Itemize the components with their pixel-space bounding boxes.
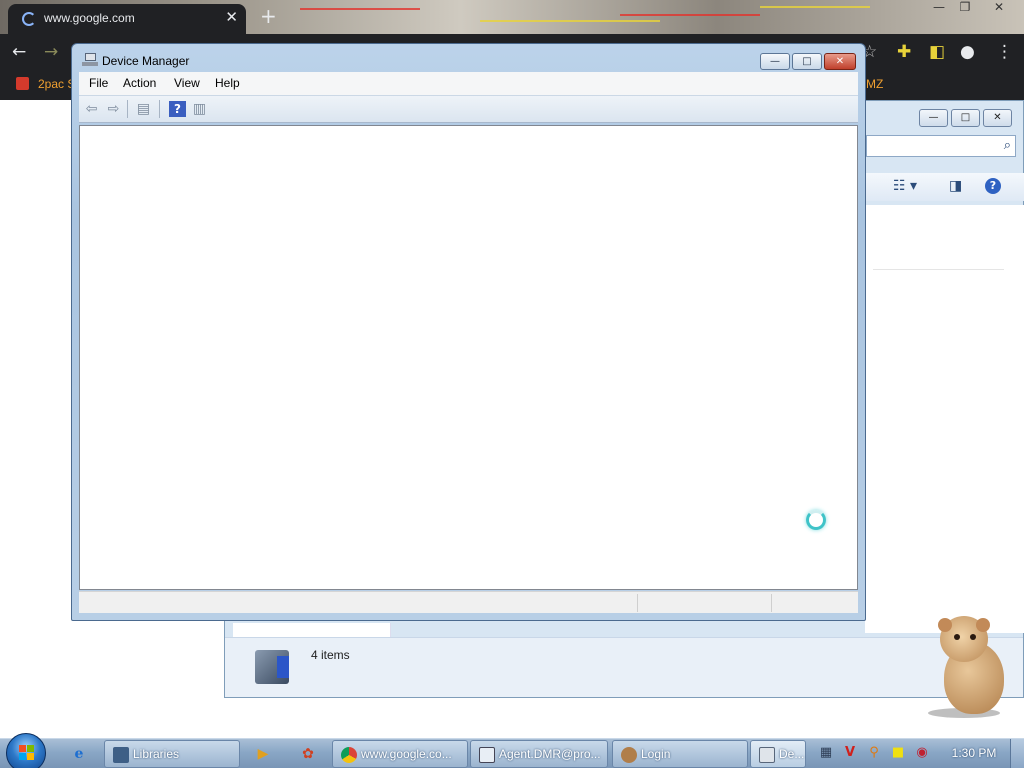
menu-action[interactable]: Action [123,76,156,90]
device-manager-icon [82,53,98,67]
clock[interactable]: 1:30 PM [944,746,1004,760]
help-icon[interactable]: ? [985,178,1001,194]
chrome-minimize-button[interactable]: — [926,0,952,18]
system-tray: ▦ V ⚲ ■ ◉ [814,739,940,768]
help-icon[interactable]: ? [169,101,186,117]
media-player-icon[interactable]: ▶ [252,743,274,765]
wallpaper-streak [480,20,660,22]
new-tab-button[interactable]: + [260,4,277,28]
close-button[interactable]: ✕ [824,53,856,70]
device-manager-icon [759,747,775,763]
chrome-restore-button[interactable]: ❐ [952,0,978,18]
chrome-tab-title: www.google.com [44,11,135,25]
chrome-menu-icon[interactable]: ⋮ [996,42,1013,62]
taskbar-button-chrome[interactable]: www.google.co... [332,740,468,768]
bookmark-favicon-icon [16,77,29,90]
loading-spinner-icon [22,12,36,26]
navigation-pane [233,623,391,637]
internet-explorer-icon[interactable]: e [68,743,90,765]
taskbar-button-label: De... [779,747,805,761]
show-desktop-button[interactable] [1010,739,1024,768]
libraries-maximize-button[interactable]: □ [951,109,980,127]
minimize-button[interactable]: — [760,53,790,70]
network-icon[interactable]: ▦ [818,745,834,761]
status-pane [771,594,857,612]
menu-help[interactable]: Help [215,76,240,90]
preview-pane-icon[interactable]: ◨ [949,178,962,194]
libraries-search-input[interactable]: ⌕ [866,135,1016,157]
taskbar-button-libraries[interactable]: Libraries [104,740,240,768]
antivirus-v-icon[interactable]: V [842,745,858,761]
login-icon [621,747,637,763]
chrome-icon [341,747,357,763]
start-button[interactable] [6,733,46,768]
taskbar-button-label: Login [641,747,671,761]
wallpaper-streak [760,6,870,8]
agent-icon [479,747,495,763]
properties-icon[interactable]: ▥ [191,101,208,117]
libraries-minimize-button[interactable]: — [919,109,948,127]
wallpaper-streak [300,8,420,10]
maximize-button[interactable]: □ [792,53,822,70]
show-hide-console-tree-icon[interactable]: ▤ [135,101,152,117]
chrome-tab-strip: www.google.com ✕ + — ❐ ✕ [0,0,1024,34]
toolbar: ⇦ ⇨ ▤ ? ▥ [79,95,858,123]
record-icon[interactable]: ◉ [914,745,930,761]
back-icon[interactable]: ← [12,42,26,62]
menu-file[interactable]: File [89,76,108,90]
tab-close-icon[interactable]: ✕ [225,8,238,26]
libraries-content-pane [865,205,1024,633]
status-bar [79,591,858,613]
hamster-mascot-image[interactable] [922,612,1012,720]
library-cube-icon [255,650,289,684]
busy-spinner-icon [806,510,826,530]
folder-icon [113,747,129,763]
libraries-toolbar: ☷ ▾ ◨ ? [865,173,1024,201]
change-view-icon[interactable]: ☷ ▾ [893,178,917,194]
taskbar-button-label: Agent.DMR@pro... [499,747,601,761]
device-tree-pane[interactable] [79,125,858,590]
divider [873,269,1004,270]
taskbar-button-device-manager[interactable]: De... [750,740,806,768]
toolbar-separator [159,100,160,118]
window-title: Device Manager [102,54,190,68]
bookmark-item[interactable]: MZ [866,77,883,91]
search-o-icon[interactable]: ⚲ [866,745,882,761]
menu-bar: File Action View Help [79,72,858,95]
taskbar-button-agent[interactable]: Agent.DMR@pro... [470,740,608,768]
status-pane [637,594,771,612]
profile-avatar-icon[interactable]: ● [960,42,975,62]
item-count: 4 items [311,648,350,662]
forward-icon[interactable]: → [44,42,58,62]
bookmark-item[interactable]: 2pac S [38,77,75,91]
back-arrow-icon[interactable]: ⇦ [83,101,100,117]
libraries-details-pane: 4 items [225,637,1023,697]
taskbar-button-label: Libraries [133,747,180,761]
search-icon: ⌕ [1003,138,1011,153]
chrome-close-button[interactable]: ✕ [986,0,1012,18]
forward-arrow-icon[interactable]: ⇨ [105,101,122,117]
taskbar-button-label: www.google.co... [361,747,452,761]
taskbar-button-login[interactable]: Login [612,740,748,768]
paint-icon[interactable]: ✿ [297,743,319,765]
taskbar: e Libraries ▶ ✿ www.google.co... Agent.D… [0,733,1024,768]
side-panel-icon[interactable]: ◧ [929,42,945,62]
device-manager-window: Device Manager — □ ✕ File Action View He… [71,43,866,621]
toolbar-separator [127,100,128,118]
message-icon[interactable]: ■ [890,745,906,761]
chrome-tab[interactable]: www.google.com ✕ [8,4,246,34]
wallpaper-streak [620,14,760,16]
libraries-close-button[interactable]: ✕ [983,109,1012,127]
menu-view[interactable]: View [174,76,200,90]
extensions-icon[interactable]: ✚ [897,42,911,62]
windows-logo-icon [19,745,35,761]
